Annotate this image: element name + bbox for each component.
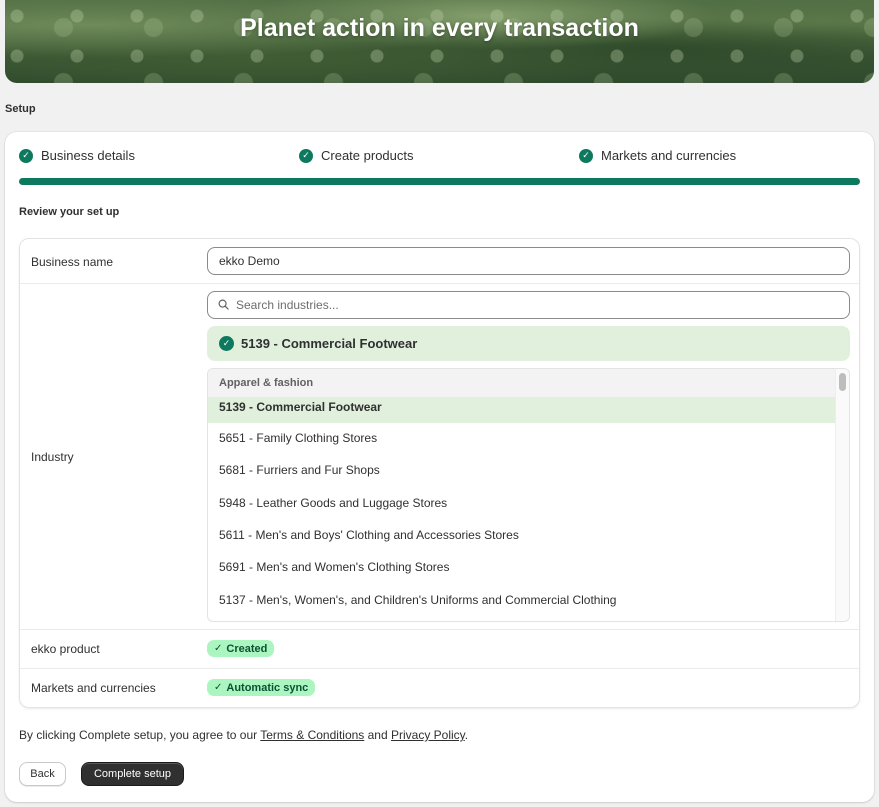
scroll-thumb[interactable] bbox=[839, 373, 846, 391]
review-title: Review your set up bbox=[19, 206, 120, 218]
progress-bar bbox=[19, 178, 860, 185]
list-item[interactable]: 5681 - Furriers and Fur Shops bbox=[208, 463, 835, 477]
terms-middle: and bbox=[364, 728, 391, 742]
step-business-details: ✓ Business details bbox=[19, 148, 135, 163]
complete-setup-button[interactable]: Complete setup bbox=[81, 762, 184, 786]
setup-label: Setup bbox=[5, 103, 36, 115]
review-table: Business name ekko Demo Industry Search … bbox=[19, 238, 860, 708]
step-markets-currencies: ✓ Markets and currencies bbox=[579, 148, 736, 163]
status-badge: ✓ Created bbox=[207, 640, 275, 657]
selected-industry: ✓ 5139 - Commercial Footwear bbox=[207, 326, 850, 361]
row-divider bbox=[20, 629, 859, 630]
step-create-products: ✓ Create products bbox=[299, 148, 414, 163]
list-item[interactable]: 5137 - Men's, Women's, and Children's Un… bbox=[208, 593, 835, 607]
list-item[interactable]: 5948 - Leather Goods and Luggage Stores bbox=[208, 496, 835, 510]
status-badge: ✓ Automatic sync bbox=[207, 679, 316, 696]
business-name-label: Business name bbox=[31, 255, 114, 269]
list-item[interactable]: 5611 - Men's and Boys' Clothing and Acce… bbox=[208, 528, 835, 542]
list-item[interactable]: 5691 - Men's and Women's Clothing Stores bbox=[208, 560, 835, 574]
search-icon bbox=[218, 299, 229, 310]
list-scrollbar[interactable] bbox=[835, 369, 849, 621]
hero-title: Planet action in every transaction bbox=[240, 14, 639, 42]
terms-link[interactable]: Terms & Conditions bbox=[260, 728, 364, 742]
badge-label: Automatic sync bbox=[226, 681, 309, 694]
industry-label: Industry bbox=[31, 450, 74, 464]
back-button[interactable]: Back bbox=[19, 762, 66, 786]
industry-list[interactable]: Apparel & fashion 5139 - Commercial Foot… bbox=[207, 368, 850, 622]
stepper: ✓ Business details ✓ Create products ✓ M… bbox=[19, 148, 860, 166]
step-label: Business details bbox=[41, 148, 135, 163]
check-icon: ✓ bbox=[214, 643, 223, 654]
terms-suffix: . bbox=[464, 728, 469, 742]
list-group-header: Apparel & fashion bbox=[208, 369, 835, 397]
terms-text: By clicking Complete setup, you agree to… bbox=[19, 728, 468, 742]
step-label: Create products bbox=[321, 148, 414, 163]
check-icon: ✓ bbox=[214, 682, 223, 693]
check-circle-icon: ✓ bbox=[299, 148, 313, 163]
selected-industry-label: 5139 - Commercial Footwear bbox=[241, 336, 418, 351]
hero-banner: Planet action in every transaction bbox=[5, 0, 874, 83]
row-divider bbox=[20, 283, 859, 284]
privacy-link[interactable]: Privacy Policy bbox=[391, 728, 465, 742]
product-label: ekko product bbox=[31, 642, 100, 656]
industry-search-input[interactable]: Search industries... bbox=[207, 291, 850, 319]
check-circle-icon: ✓ bbox=[579, 148, 593, 163]
search-placeholder: Search industries... bbox=[236, 298, 339, 312]
row-divider bbox=[20, 668, 859, 669]
list-item[interactable]: 5139 - Commercial Footwear bbox=[208, 397, 835, 423]
check-circle-icon: ✓ bbox=[19, 148, 33, 163]
list-item[interactable]: 5651 - Family Clothing Stores bbox=[208, 431, 835, 445]
check-circle-icon: ✓ bbox=[219, 336, 234, 351]
business-name-input[interactable]: ekko Demo bbox=[207, 247, 850, 275]
terms-prefix: By clicking Complete setup, you agree to… bbox=[19, 728, 261, 742]
setup-card: ✓ Business details ✓ Create products ✓ M… bbox=[5, 132, 874, 802]
markets-label: Markets and currencies bbox=[31, 681, 156, 695]
step-label: Markets and currencies bbox=[601, 148, 737, 163]
badge-label: Created bbox=[226, 642, 268, 655]
